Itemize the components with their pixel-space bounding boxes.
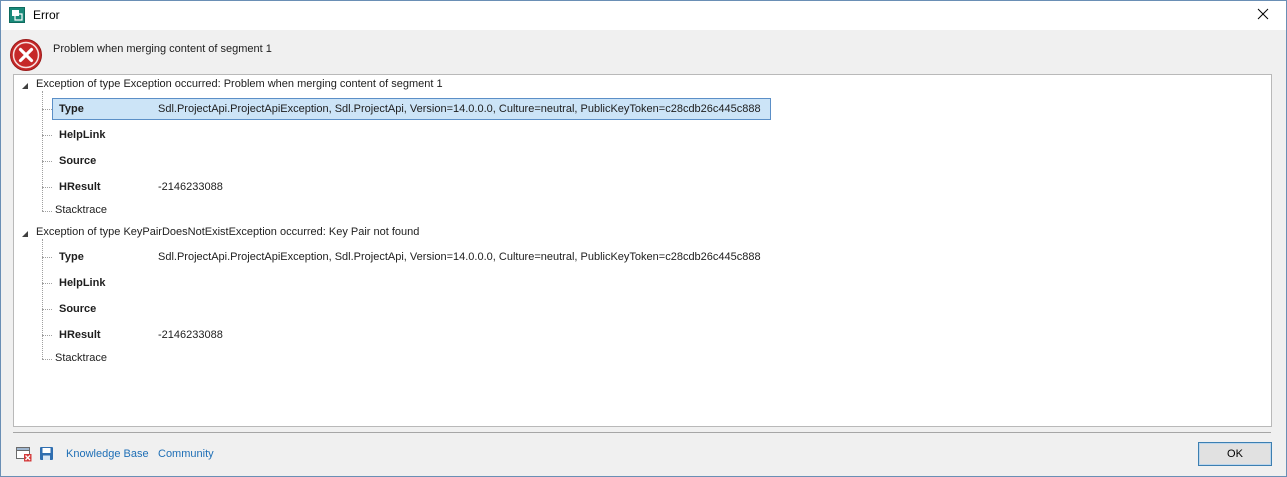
property-row-hresult[interactable]: HResult -2146233088 [53,325,768,345]
tree-connector [42,283,52,284]
property-value: -2146233088 [158,181,223,193]
close-icon [1257,8,1269,23]
stacktrace-node[interactable]: Stacktrace [55,352,107,364]
property-row-helplink[interactable]: HelpLink [53,125,768,145]
stacktrace-node[interactable]: Stacktrace [55,204,107,216]
property-name: Source [59,303,97,315]
property-row-helplink[interactable]: HelpLink [53,273,768,293]
property-row-source[interactable]: Source [53,151,768,171]
property-value: Sdl.ProjectApi.ProjectApiException, Sdl.… [158,103,761,115]
property-value: Sdl.ProjectApi.ProjectApiException, Sdl.… [158,251,761,263]
close-button[interactable] [1240,1,1286,30]
knowledge-base-link[interactable]: Knowledge Base [66,448,149,460]
tree-connector [42,359,52,360]
property-row-type[interactable]: Type Sdl.ProjectApi.ProjectApiException,… [53,247,768,267]
tree-connector [42,335,52,336]
tree-connector [42,161,52,162]
tree-connector [42,109,52,110]
property-row-hresult[interactable]: HResult -2146233088 [53,177,768,197]
property-name: HResult [59,329,101,341]
save-icon[interactable] [39,446,55,462]
tree-connector [42,135,52,136]
exception-node-label[interactable]: Exception of type KeyPairDoesNotExistExc… [36,226,419,238]
tree-connector [42,187,52,188]
property-value: -2146233088 [158,329,223,341]
error-header: Problem when merging content of segment … [1,30,1286,72]
property-name: Type [59,251,84,263]
title-bar: Error [1,1,1286,30]
property-name: HelpLink [59,129,106,141]
error-icon [9,38,43,72]
community-link[interactable]: Community [158,448,214,460]
property-name: Type [59,103,84,115]
property-row-source[interactable]: Source [53,299,768,319]
error-dialog: Error Problem when merging content of se… [0,0,1287,477]
exception-tree[interactable]: Exception of type Exception occurred: Pr… [13,74,1272,427]
tree-connector [42,257,52,258]
app-icon [9,7,25,23]
ok-button[interactable]: OK [1198,442,1272,466]
error-report-icon[interactable] [16,446,32,462]
property-name: HResult [59,181,101,193]
property-row-type[interactable]: Type Sdl.ProjectApi.ProjectApiException,… [52,98,771,120]
collapse-arrow-icon[interactable] [21,229,29,237]
tree-connector [42,309,52,310]
property-name: HelpLink [59,277,106,289]
collapse-arrow-icon[interactable] [21,81,29,89]
footer-divider [13,432,1271,433]
window-title: Error [33,8,60,22]
exception-node-label[interactable]: Exception of type Exception occurred: Pr… [36,78,443,90]
error-message: Problem when merging content of segment … [53,43,272,55]
tree-connector [42,211,52,212]
property-name: Source [59,155,97,167]
